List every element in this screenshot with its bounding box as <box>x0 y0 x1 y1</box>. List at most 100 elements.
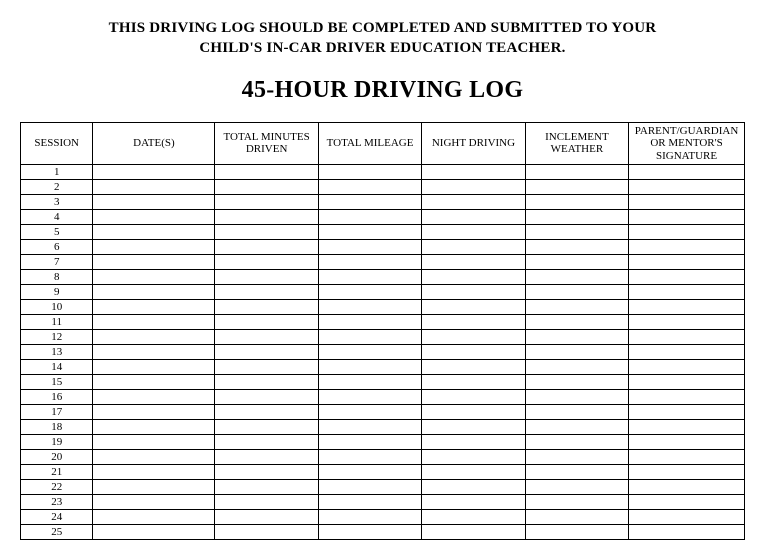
cell-session: 17 <box>21 405 93 420</box>
cell-signature <box>629 525 745 540</box>
cell-total_mileage <box>318 285 421 300</box>
table-row: 7 <box>21 255 745 270</box>
cell-total_minutes <box>215 195 318 210</box>
cell-total_minutes <box>215 375 318 390</box>
cell-total_mileage <box>318 300 421 315</box>
cell-dates <box>93 210 215 225</box>
cell-total_minutes <box>215 270 318 285</box>
cell-signature <box>629 480 745 495</box>
cell-session: 25 <box>21 525 93 540</box>
cell-night_driving <box>422 495 525 510</box>
cell-inclement <box>525 435 628 450</box>
table-row: 1 <box>21 165 745 180</box>
cell-inclement <box>525 300 628 315</box>
table-row: 12 <box>21 330 745 345</box>
table-row: 23 <box>21 495 745 510</box>
cell-signature <box>629 330 745 345</box>
cell-session: 7 <box>21 255 93 270</box>
cell-night_driving <box>422 405 525 420</box>
cell-total_mileage <box>318 480 421 495</box>
cell-signature <box>629 300 745 315</box>
cell-total_minutes <box>215 495 318 510</box>
col-header-night-driving: NIGHT DRIVING <box>422 122 525 165</box>
col-header-session: SESSION <box>21 122 93 165</box>
cell-signature <box>629 360 745 375</box>
cell-night_driving <box>422 420 525 435</box>
cell-total_minutes <box>215 315 318 330</box>
table-row: 8 <box>21 270 745 285</box>
cell-night_driving <box>422 450 525 465</box>
cell-inclement <box>525 270 628 285</box>
table-row: 25 <box>21 525 745 540</box>
cell-total_mileage <box>318 345 421 360</box>
cell-inclement <box>525 225 628 240</box>
cell-dates <box>93 255 215 270</box>
cell-session: 10 <box>21 300 93 315</box>
cell-inclement <box>525 195 628 210</box>
cell-inclement <box>525 375 628 390</box>
cell-session: 8 <box>21 270 93 285</box>
table-row: 3 <box>21 195 745 210</box>
header-line-1: THIS DRIVING LOG SHOULD BE COMPLETED AND… <box>109 20 657 36</box>
cell-dates <box>93 345 215 360</box>
cell-session: 3 <box>21 195 93 210</box>
cell-inclement <box>525 465 628 480</box>
cell-night_driving <box>422 195 525 210</box>
cell-total_minutes <box>215 435 318 450</box>
cell-signature <box>629 210 745 225</box>
cell-night_driving <box>422 255 525 270</box>
table-row: 10 <box>21 300 745 315</box>
table-row: 24 <box>21 510 745 525</box>
col-header-total-mileage: TOTAL MILEAGE <box>318 122 421 165</box>
cell-total_mileage <box>318 450 421 465</box>
cell-signature <box>629 495 745 510</box>
cell-total_minutes <box>215 345 318 360</box>
cell-total_mileage <box>318 180 421 195</box>
cell-signature <box>629 255 745 270</box>
cell-signature <box>629 285 745 300</box>
cell-inclement <box>525 405 628 420</box>
cell-night_driving <box>422 510 525 525</box>
cell-inclement <box>525 255 628 270</box>
cell-dates <box>93 195 215 210</box>
cell-inclement <box>525 390 628 405</box>
cell-total_minutes <box>215 405 318 420</box>
cell-dates <box>93 240 215 255</box>
cell-night_driving <box>422 480 525 495</box>
cell-dates <box>93 300 215 315</box>
cell-dates <box>93 450 215 465</box>
cell-dates <box>93 390 215 405</box>
cell-signature <box>629 240 745 255</box>
cell-total_minutes <box>215 465 318 480</box>
cell-inclement <box>525 360 628 375</box>
cell-inclement <box>525 420 628 435</box>
cell-night_driving <box>422 285 525 300</box>
cell-signature <box>629 195 745 210</box>
cell-inclement <box>525 525 628 540</box>
table-row: 6 <box>21 240 745 255</box>
cell-session: 19 <box>21 435 93 450</box>
cell-signature <box>629 165 745 180</box>
cell-total_minutes <box>215 450 318 465</box>
col-header-inclement: INCLEMENT WEATHER <box>525 122 628 165</box>
cell-total_minutes <box>215 225 318 240</box>
cell-signature <box>629 390 745 405</box>
cell-night_driving <box>422 375 525 390</box>
cell-inclement <box>525 240 628 255</box>
cell-total_minutes <box>215 285 318 300</box>
cell-total_minutes <box>215 390 318 405</box>
cell-signature <box>629 315 745 330</box>
cell-dates <box>93 435 215 450</box>
cell-dates <box>93 225 215 240</box>
cell-total_minutes <box>215 525 318 540</box>
col-header-total-minutes: TOTAL MINUTES DRIVEN <box>215 122 318 165</box>
cell-night_driving <box>422 525 525 540</box>
cell-total_minutes <box>215 420 318 435</box>
table-row: 11 <box>21 315 745 330</box>
cell-inclement <box>525 450 628 465</box>
cell-dates <box>93 495 215 510</box>
cell-inclement <box>525 345 628 360</box>
cell-session: 2 <box>21 180 93 195</box>
cell-session: 24 <box>21 510 93 525</box>
cell-total_mileage <box>318 240 421 255</box>
